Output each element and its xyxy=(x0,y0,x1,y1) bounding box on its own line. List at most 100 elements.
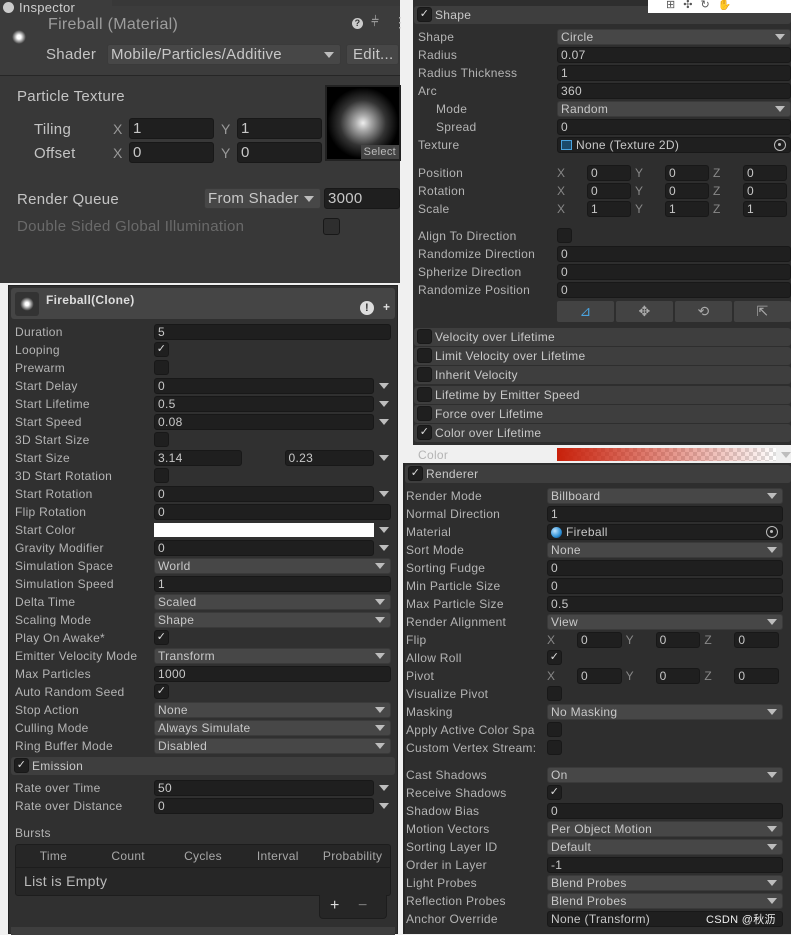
prewarm-checkbox[interactable] xyxy=(154,360,169,375)
custom-vertex-stream-checkbox[interactable] xyxy=(547,740,562,755)
randomize-direction-field[interactable]: 0 xyxy=(557,246,791,262)
max-particle-size-field[interactable]: 0.5 xyxy=(547,596,783,612)
spherize-direction-field[interactable]: 0 xyxy=(557,264,791,280)
start-rotation-field[interactable]: 0 xyxy=(154,486,374,502)
flip-x-field[interactable]: 0 xyxy=(577,632,622,648)
chevron-down-icon[interactable] xyxy=(379,803,389,809)
shader-dropdown[interactable]: Mobile/Particles/Additive xyxy=(107,44,341,65)
max-particles-field[interactable]: 1000 xyxy=(154,666,391,682)
flip-y-field[interactable]: 0 xyxy=(655,632,701,648)
offset-y-field[interactable]: 0 xyxy=(237,142,322,163)
chevron-down-icon[interactable] xyxy=(379,383,389,389)
position-y-field[interactable]: 0 xyxy=(665,165,709,181)
column-header-interval[interactable]: Interval xyxy=(240,845,315,867)
chevron-down-icon[interactable] xyxy=(379,545,389,551)
color-over-lifetime-module-header-checkbox[interactable]: ✓ xyxy=(417,425,432,440)
scale-x-field[interactable]: 1 xyxy=(587,201,631,217)
texture-thumbnail[interactable]: Select xyxy=(325,85,401,161)
masking-dropdown[interactable]: No Masking xyxy=(547,704,783,720)
rect-tool-icon[interactable]: ⊞ xyxy=(666,0,683,11)
pivot-y-field[interactable]: 0 xyxy=(655,668,701,684)
duration-field[interactable]: 5 xyxy=(154,324,391,340)
start-color-color-field[interactable] xyxy=(154,523,374,537)
inherit-velocity-module-header-checkbox[interactable] xyxy=(417,367,432,383)
flip-z-field[interactable]: 0 xyxy=(734,632,779,648)
spread-field[interactable]: 0 xyxy=(557,119,791,135)
motion-vectors-dropdown[interactable]: Per Object Motion xyxy=(547,821,783,837)
scale-z-field[interactable]: 1 xyxy=(743,201,787,217)
rotate-tool-icon[interactable]: ↻ xyxy=(700,0,717,11)
3d-start-rotation-checkbox[interactable] xyxy=(154,468,169,483)
chevron-down-icon[interactable] xyxy=(379,785,389,791)
visualize-pivot-checkbox[interactable] xyxy=(547,686,562,701)
mode-dropdown[interactable]: Random xyxy=(557,101,791,117)
start-size-max-field[interactable]: 0.23 xyxy=(284,450,374,466)
column-header-cycles[interactable]: Cycles xyxy=(166,845,241,867)
velocity-over-lifetime-module-header[interactable]: Velocity over Lifetime xyxy=(414,328,791,346)
stop-action-dropdown[interactable]: None xyxy=(154,702,391,718)
looping-checkbox[interactable]: ✓ xyxy=(154,342,169,357)
chevron-down-icon[interactable] xyxy=(379,527,389,533)
shape-module-header-checkbox[interactable]: ✓ xyxy=(417,7,432,22)
move-icon[interactable]: ✥ xyxy=(616,301,673,322)
object-picker-icon[interactable] xyxy=(766,526,778,538)
hand-tool-icon[interactable]: ✋ xyxy=(718,0,740,11)
force-over-lifetime-module-header-checkbox[interactable] xyxy=(417,405,432,421)
randomize-position-field[interactable]: 0 xyxy=(557,282,791,298)
chevron-down-icon[interactable] xyxy=(379,419,389,425)
tiling-y-field[interactable]: 1 xyxy=(237,118,322,139)
start-speed-field[interactable]: 0.08 xyxy=(154,414,374,430)
arc-field[interactable]: 360 xyxy=(557,83,791,99)
help-icon[interactable]: ? xyxy=(352,18,363,29)
order-in-layer-field[interactable]: -1 xyxy=(547,857,783,873)
column-header-probability[interactable]: Probability xyxy=(315,845,390,867)
color-gradient-field[interactable] xyxy=(557,448,776,461)
column-header-count[interactable]: Count xyxy=(91,845,166,867)
reflection-probes-dropdown[interactable]: Blend Probes xyxy=(547,893,783,909)
force-over-lifetime-module-header[interactable]: Force over Lifetime xyxy=(414,404,791,423)
delta-time-dropdown[interactable]: Scaled xyxy=(154,594,391,610)
edit-shape-icon[interactable]: ⊿ xyxy=(557,301,614,322)
auto-random-seed-checkbox[interactable]: ✓ xyxy=(154,684,169,699)
scaling-mode-dropdown[interactable]: Shape xyxy=(154,612,391,628)
start-size-min-field[interactable]: 3.14 xyxy=(154,450,242,466)
gravity-modifier-field[interactable]: 0 xyxy=(154,540,374,556)
align-to-direction-checkbox[interactable] xyxy=(557,228,572,243)
shadow-bias-field[interactable]: 0 xyxy=(547,803,783,819)
sorting-layer-id-dropdown[interactable]: Default xyxy=(547,839,783,855)
warning-icon[interactable]: ! xyxy=(360,301,374,315)
scale-icon[interactable]: ⇱ xyxy=(734,301,791,322)
flip-rotation-field[interactable]: 0 xyxy=(154,504,391,520)
pivot-x-field[interactable]: 0 xyxy=(577,668,622,684)
column-header-time[interactable]: Time xyxy=(16,845,91,867)
texture-object-field[interactable]: None (Texture 2D) xyxy=(557,137,791,153)
lifetime-by-emitter-speed-module-header-checkbox[interactable] xyxy=(417,386,432,402)
lifetime-by-emitter-speed-module-header[interactable]: Lifetime by Emitter Speed xyxy=(414,385,791,404)
light-probes-dropdown[interactable]: Blend Probes xyxy=(547,875,783,891)
position-x-field[interactable]: 0 xyxy=(587,165,631,181)
object-picker-icon[interactable] xyxy=(774,139,786,151)
preset-icon[interactable]: ⫩ xyxy=(371,13,379,30)
add-burst-button[interactable]: + xyxy=(330,895,340,917)
emission-module-header-checkbox[interactable]: ✓ xyxy=(14,758,29,773)
start-lifetime-field[interactable]: 0.5 xyxy=(154,396,374,412)
rate-over-time-field[interactable]: 50 xyxy=(154,780,374,796)
inherit-velocity-module-header[interactable]: Inherit Velocity xyxy=(414,366,791,385)
offset-x-field[interactable]: 0 xyxy=(129,142,214,163)
color-over-lifetime-module-header[interactable]: ✓ Color over Lifetime xyxy=(414,424,791,442)
chevron-down-icon[interactable] xyxy=(781,452,791,458)
emitter-velocity-mode-dropdown[interactable]: Transform xyxy=(154,648,391,664)
rotation-z-field[interactable]: 0 xyxy=(743,183,787,199)
chevron-down-icon[interactable] xyxy=(379,491,389,497)
velocity-over-lifetime-module-header-checkbox[interactable] xyxy=(417,329,432,344)
position-z-field[interactable]: 0 xyxy=(743,165,787,181)
chevron-down-icon[interactable] xyxy=(379,401,389,407)
normal-direction-field[interactable]: 1 xyxy=(547,506,783,522)
sorting-fudge-field[interactable]: 0 xyxy=(547,560,783,576)
min-particle-size-field[interactable]: 0 xyxy=(547,578,783,594)
material-object-field[interactable]: Fireball xyxy=(547,524,783,540)
start-delay-field[interactable]: 0 xyxy=(154,378,374,394)
inspector-tab[interactable]: Inspector xyxy=(0,0,112,15)
particle-system-header[interactable]: Fireball(Clone) ! + xyxy=(11,288,395,319)
radius-thickness-field[interactable]: 1 xyxy=(557,65,791,81)
